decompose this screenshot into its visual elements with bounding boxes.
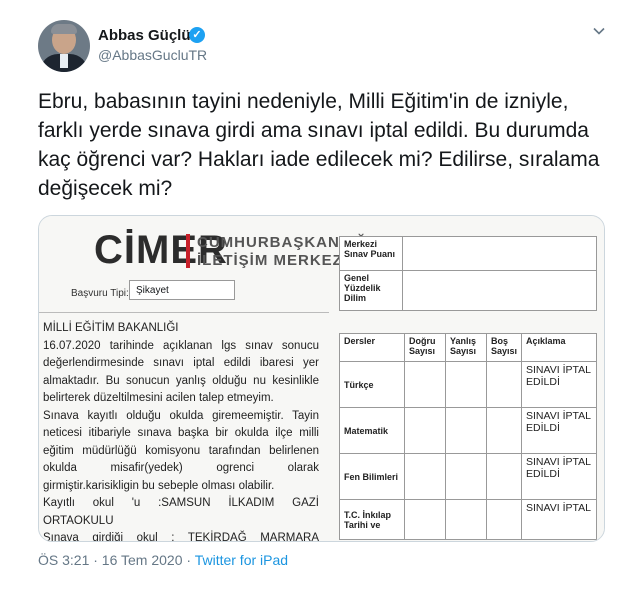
header-cell: Dersler <box>339 333 405 362</box>
complaint-line: Sınava girdiği okul : TEKİRDAĞ MARMARA E… <box>43 532 319 542</box>
tweet-image[interactable]: CİMER CUMHURBAŞKANLIĞ İLETİŞİM MERKEZ Ba… <box>38 215 605 542</box>
note-cell: SINAVI İPTAL <box>521 499 597 540</box>
chevron-down-icon[interactable] <box>592 24 606 38</box>
subject-cell: Fen Bilimleri <box>339 453 405 500</box>
tweet-card: Abbas Güçlü ✓ @AbbasGucluTR Ebru, babası… <box>0 0 630 595</box>
empty-cell <box>485 407 523 454</box>
score-label: Genel Yüzdelik Dilim <box>339 270 403 311</box>
tweet-text: Ebru, babasının tayini nedeniyle, Milli … <box>38 90 600 200</box>
empty-cell <box>485 453 523 500</box>
subject-cell: T.C. İnkılap Tarihi ve <box>339 499 405 540</box>
score-table: Merkezi Sınav Puanı Genel Yüzdelik Dilim <box>339 236 597 311</box>
verified-icon: ✓ <box>189 27 205 43</box>
timestamp[interactable]: ÖS 3:21 · 16 Tem 2020 · <box>38 552 195 568</box>
logo-line-2: İLETİŞİM MERKEZ <box>197 252 343 269</box>
empty-cell <box>445 361 487 408</box>
document-image: CİMER CUMHURBAŞKANLIĞ İLETİŞİM MERKEZ Ba… <box>39 216 604 541</box>
header-cell: Yanlış Sayısı <box>445 333 487 362</box>
table-row: Genel Yüzdelik Dilim <box>339 270 597 311</box>
empty-cell <box>485 499 523 540</box>
author-name[interactable]: Abbas Güçlü <box>98 27 191 44</box>
complaint-paragraph: Sınava kayıtlı olduğu okulda giremeemişt… <box>43 409 319 492</box>
avatar[interactable] <box>38 20 90 72</box>
empty-cell <box>445 407 487 454</box>
empty-cell <box>404 407 446 454</box>
note-cell: SINAVI İPTAL EDİLDİ <box>521 453 597 500</box>
table-row: Matematik SINAVI İPTAL EDİLDİ <box>339 407 597 454</box>
complaint-line: Kayıtlı okul 'u :SAMSUN İLKADIM GAZİ ORT… <box>43 497 319 527</box>
note-cell: SINAVI İPTAL EDİLDİ <box>521 361 597 408</box>
complaint-heading: MİLLİ EĞİTİM BAKANLIĞI <box>43 322 179 334</box>
source-link[interactable]: Twitter for iPad <box>195 552 288 568</box>
subject-cell: Matematik <box>339 407 405 454</box>
score-label: Merkezi Sınav Puanı <box>339 236 403 271</box>
empty-cell <box>404 499 446 540</box>
author-handle[interactable]: @AbbasGucluTR <box>98 47 207 63</box>
header-cell: Boş Sayısı <box>485 333 523 362</box>
subject-cell: Türkçe <box>339 361 405 408</box>
basvuru-label: Başvuru Tipi: <box>71 288 129 299</box>
empty-cell <box>445 453 487 500</box>
table-header-row: Dersler Doğru Sayısı Yanlış Sayısı Boş S… <box>339 333 597 362</box>
table-row: Merkezi Sınav Puanı <box>339 236 597 271</box>
note-cell: SINAVI İPTAL EDİLDİ <box>521 407 597 454</box>
table-row: Türkçe SINAVI İPTAL EDİLDİ <box>339 361 597 408</box>
empty-cell <box>445 499 487 540</box>
avatar-hair <box>51 24 77 34</box>
score-value <box>402 236 597 271</box>
complaint-paragraph: 16.07.2020 tarihinde açıklanan lgs sınav… <box>43 339 319 405</box>
basvuru-value: Şikayet <box>129 280 235 300</box>
divider <box>39 312 329 313</box>
complaint-text: MİLLİ EĞİTİM BAKANLIĞI 16.07.2020 tarihi… <box>43 320 319 542</box>
table-row: Fen Bilimleri SINAVI İPTAL EDİLDİ <box>339 453 597 500</box>
results-table: Dersler Doğru Sayısı Yanlış Sayısı Boş S… <box>339 333 597 540</box>
empty-cell <box>404 361 446 408</box>
score-value <box>402 270 597 311</box>
header-cell: Doğru Sayısı <box>404 333 446 362</box>
avatar-shirt <box>60 54 68 68</box>
logo-divider <box>186 234 190 268</box>
tweet-meta: ÖS 3:21 · 16 Tem 2020 · Twitter for iPad <box>38 552 288 568</box>
empty-cell <box>485 361 523 408</box>
empty-cell <box>404 453 446 500</box>
table-row: T.C. İnkılap Tarihi ve SINAVI İPTAL <box>339 499 597 540</box>
header-cell: Açıklama <box>521 333 597 362</box>
